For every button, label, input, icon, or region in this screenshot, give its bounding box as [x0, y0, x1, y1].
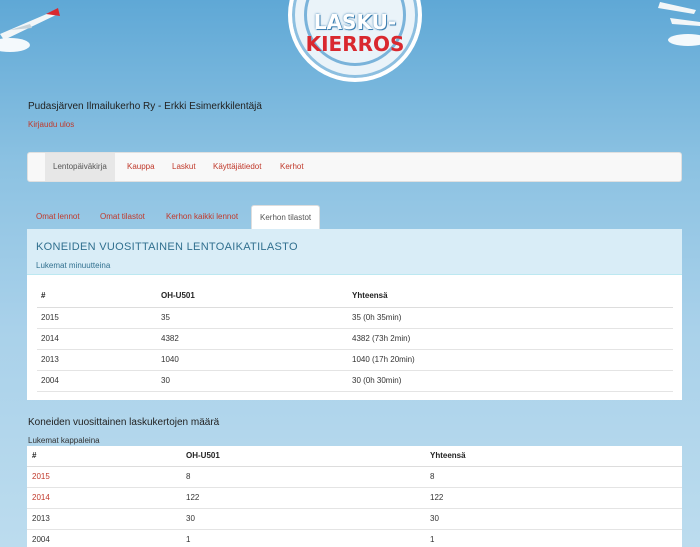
total-cell: 4382 (73h 2min): [348, 328, 673, 350]
tab-omat-tilastot[interactable]: Omat tilastot: [100, 205, 145, 229]
cloud-shape: [668, 34, 700, 46]
total-cell: 1040 (17h 20min): [348, 349, 673, 371]
tab-omat-lennot[interactable]: Omat lennot: [36, 205, 80, 229]
column-header: Yhteensä: [425, 446, 682, 467]
aircraft-value-cell: 35: [157, 307, 348, 329]
column-header: #: [27, 446, 181, 467]
table-row: 2015 35 35 (0h 35min): [37, 307, 673, 329]
club-user-line: Pudasjärven Ilmailukerho Ry - Erkki Esim…: [28, 101, 262, 112]
total-cell: 30: [425, 508, 682, 530]
total-cell: 30 (0h 30min): [348, 370, 673, 392]
year-cell: 2015: [27, 466, 181, 488]
total-cell: 122: [425, 487, 682, 509]
landing-stats-panel: Koneiden vuosittainen laskukertojen määr…: [27, 413, 682, 547]
table-header-row: # OH-U501 Yhteensä: [37, 285, 673, 308]
table-row: 2013 30 30: [27, 508, 682, 530]
nav-item-laskut[interactable]: Laskut: [172, 153, 196, 181]
flight-time-stats-panel: KONEIDEN VUOSITTAINEN LENTOAIKATILASTO L…: [27, 229, 682, 400]
table-row: 2004 30 30 (0h 30min): [37, 370, 673, 392]
panel-subtitle: Lukemat minuutteina: [36, 261, 111, 270]
panel-title: KONEIDEN VUOSITTAINEN LENTOAIKATILASTO: [36, 241, 298, 253]
column-header: OH-U501: [157, 285, 348, 308]
flight-time-table: # OH-U501 Yhteensä 2015 35 35 (0h 35min)…: [37, 285, 673, 392]
nav-item-kauppa[interactable]: Kauppa: [127, 153, 155, 181]
year-cell: 2014: [27, 487, 181, 509]
table-row: 2013 1040 1040 (17h 20min): [37, 349, 673, 371]
total-cell: 1: [425, 529, 682, 547]
aircraft-value-cell: 8: [181, 466, 425, 488]
year-cell: 2015: [37, 307, 157, 329]
table-row: 2014 122 122: [27, 487, 682, 509]
nav-item-lentopaivakirja[interactable]: Lentopäiväkirja: [45, 153, 115, 181]
column-header: OH-U501: [181, 446, 425, 467]
total-cell: 8: [425, 466, 682, 488]
aircraft-value-cell: 122: [181, 487, 425, 509]
logout-link[interactable]: Kirjaudu ulos: [28, 120, 74, 129]
laskukierros-logo: LASKU- KIERROS: [288, 0, 422, 82]
aircraft-value-cell: 1: [181, 529, 425, 547]
table-row: 2004 1 1: [27, 529, 682, 547]
year-cell: 2013: [37, 349, 157, 371]
stats-tabs: Omat lennot Omat tilastot Kerhon kaikki …: [27, 205, 682, 229]
year-cell: 2014: [37, 328, 157, 350]
table-header-row: # OH-U501 Yhteensä: [27, 446, 682, 467]
main-navigation: Lentopäiväkirja Kauppa Laskut Käyttäjäti…: [27, 152, 682, 182]
aircraft-value-cell: 1040: [157, 349, 348, 371]
year-cell: 2013: [27, 508, 181, 530]
total-cell: 35 (0h 35min): [348, 307, 673, 329]
panel-subtitle: Lukemat kappaleina: [28, 436, 100, 445]
column-header: #: [37, 285, 157, 308]
aircraft-value-cell: 30: [157, 370, 348, 392]
aircraft-value-cell: 30: [181, 508, 425, 530]
nav-item-kerhot[interactable]: Kerhot: [280, 153, 304, 181]
nav-item-kayttajatiedot[interactable]: Käyttäjätiedot: [213, 153, 261, 181]
logo-text-line2: KIERROS: [305, 32, 405, 56]
table-row: 2014 4382 4382 (73h 2min): [37, 328, 673, 350]
logo-text-line1: LASKU-: [313, 10, 397, 34]
landing-count-table: # OH-U501 Yhteensä 2015 8 8 2014 122 122…: [27, 446, 682, 547]
table-row: 2015 8 8: [27, 466, 682, 488]
year-cell: 2004: [37, 370, 157, 392]
year-cell: 2004: [27, 529, 181, 547]
column-header: Yhteensä: [348, 285, 673, 308]
aircraft-value-cell: 4382: [157, 328, 348, 350]
panel-title: Koneiden vuosittainen laskukertojen määr…: [28, 417, 220, 428]
tab-kerhon-tilastot[interactable]: Kerhon tilastot: [251, 205, 321, 229]
tab-kerhon-kaikki-lennot[interactable]: Kerhon kaikki lennot: [166, 205, 238, 229]
